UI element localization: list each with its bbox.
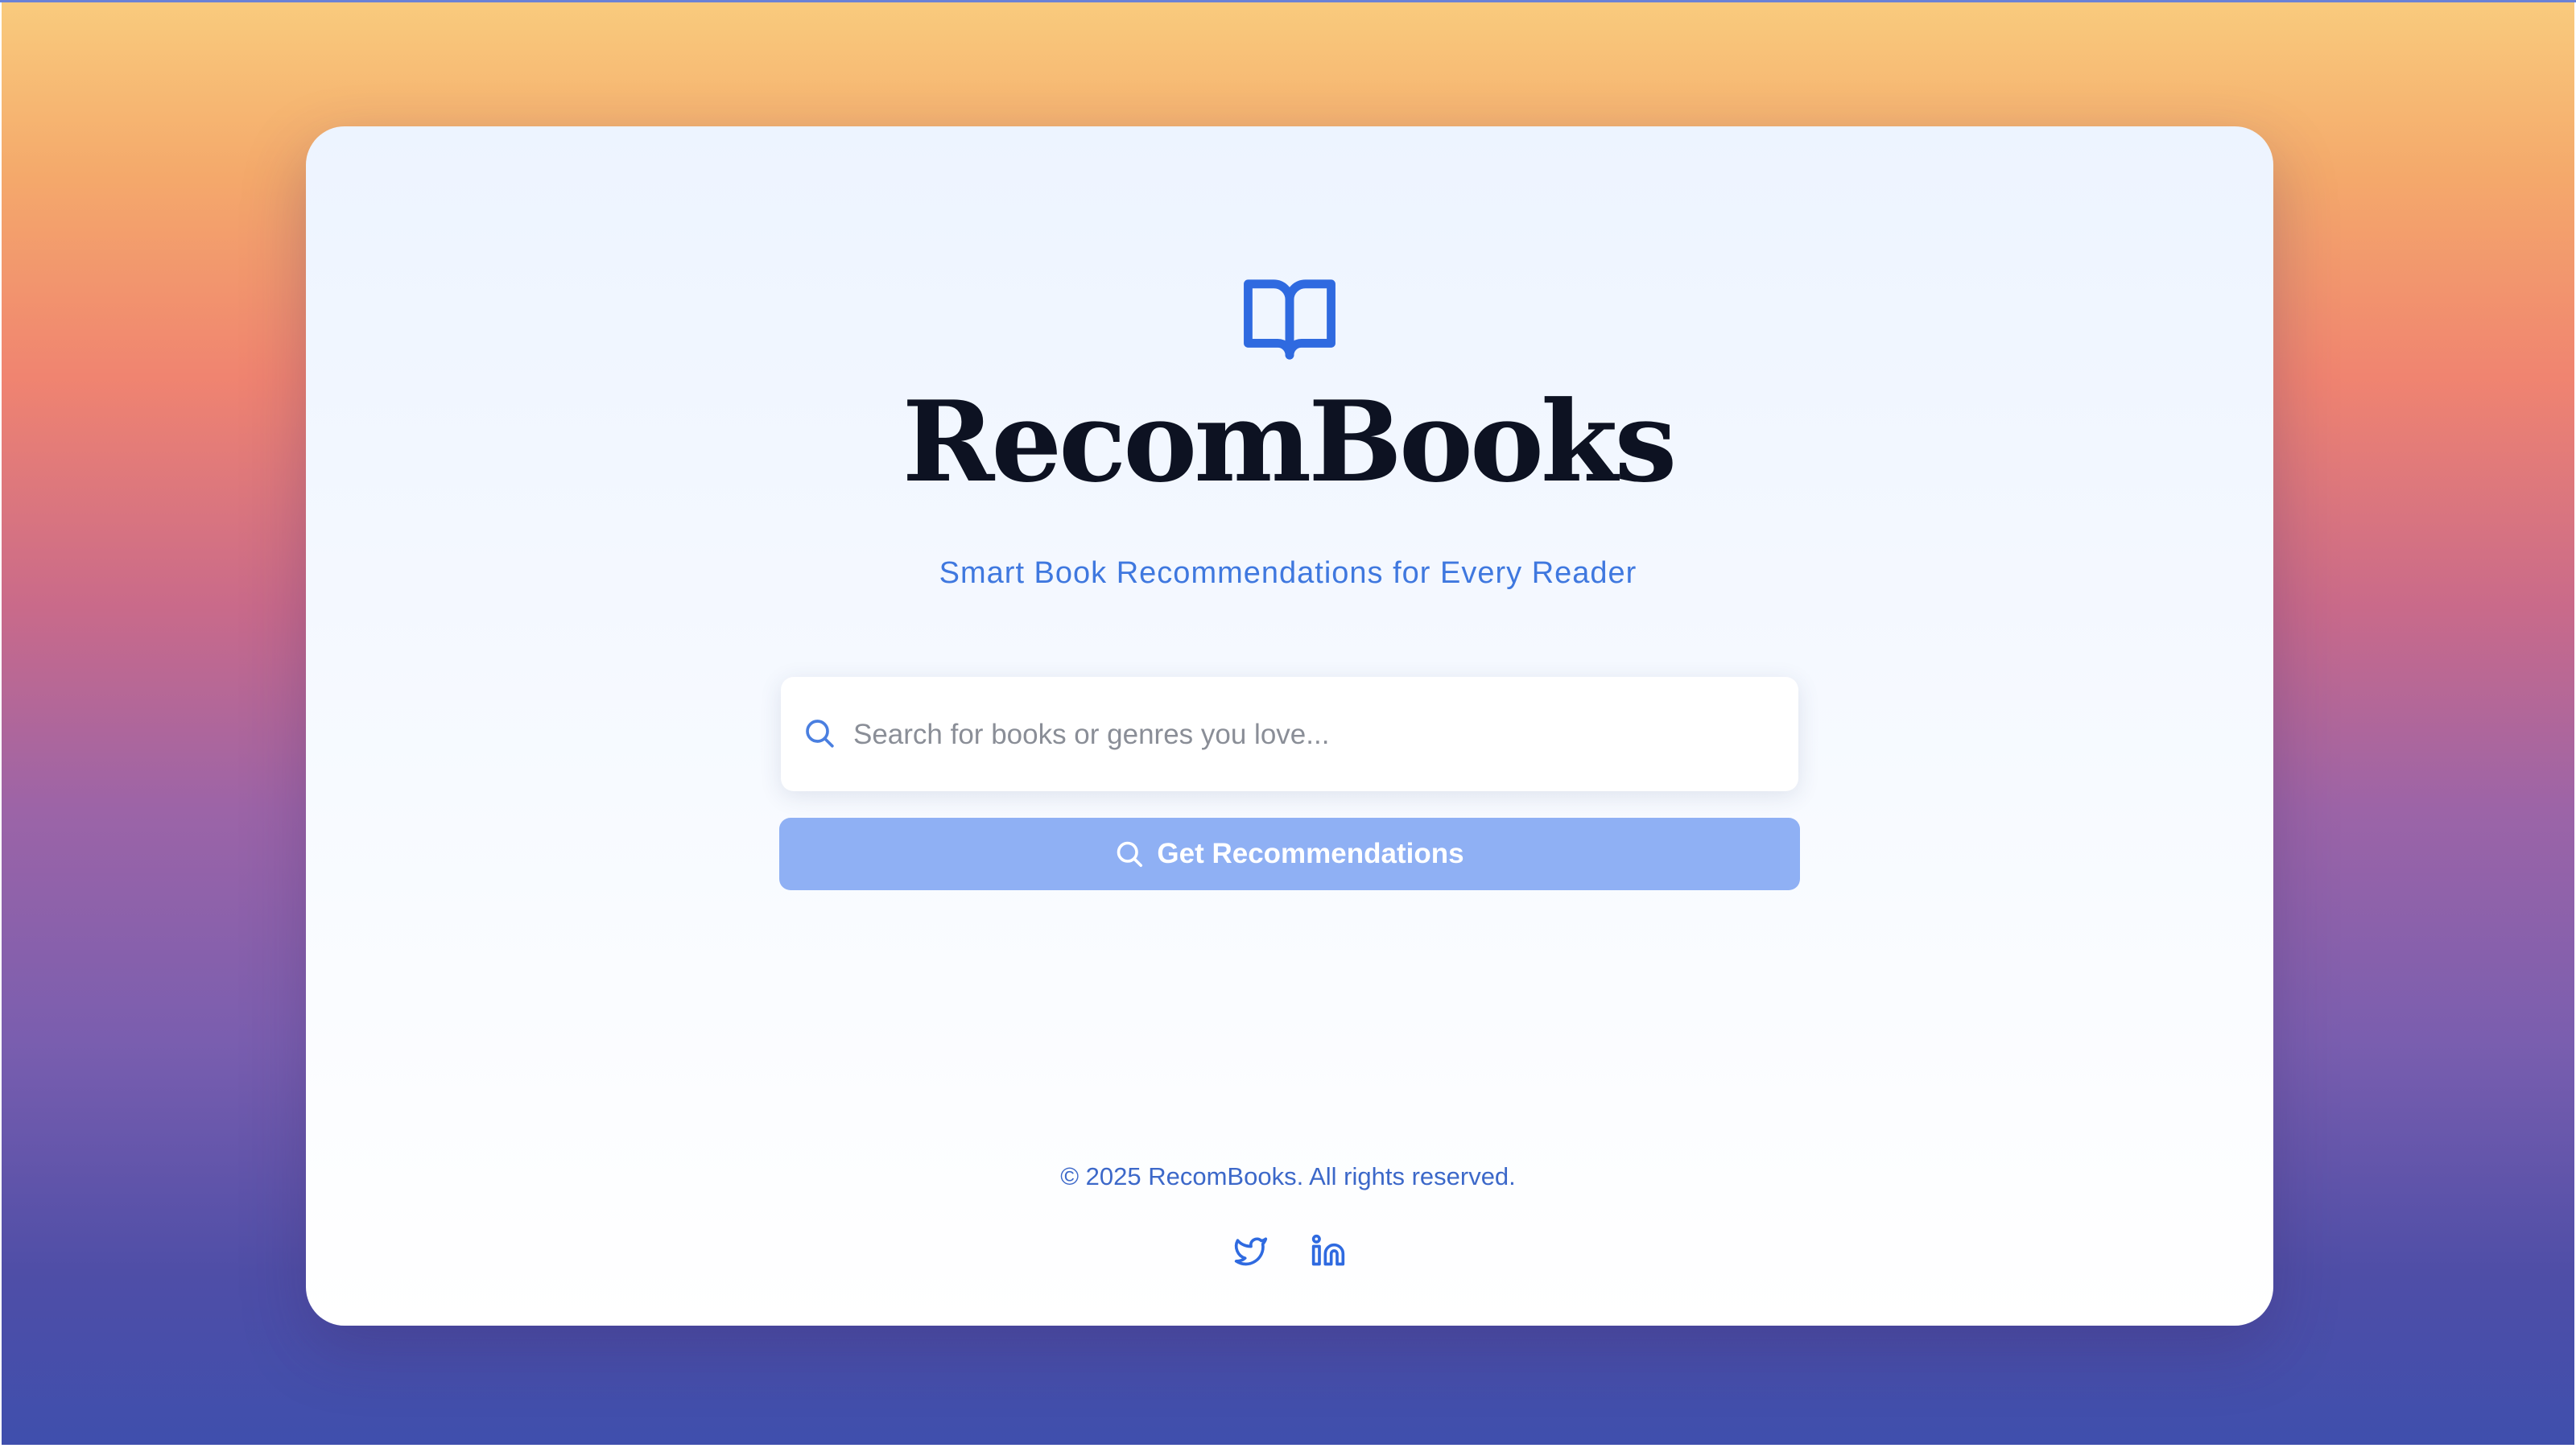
twitter-icon[interactable] bbox=[1233, 1233, 1269, 1269]
window-top-border bbox=[0, 0, 2576, 2]
search-input[interactable] bbox=[852, 706, 1773, 764]
get-recommendations-label: Get Recommendations bbox=[1157, 838, 1464, 869]
linkedin-icon[interactable] bbox=[1311, 1233, 1346, 1269]
app-title: RecomBooks bbox=[902, 376, 1678, 507]
app-subtitle: Smart Book Recommendations for Every Rea… bbox=[939, 556, 1637, 590]
search-icon bbox=[806, 720, 834, 748]
get-recommendations-button[interactable]: Get Recommendations bbox=[779, 818, 1800, 890]
open-book-icon bbox=[1244, 279, 1335, 360]
search-bar bbox=[781, 677, 1798, 791]
footer-copyright: © 2025 RecomBooks. All rights reserved. bbox=[1060, 1162, 1516, 1190]
search-icon bbox=[1117, 841, 1143, 868]
